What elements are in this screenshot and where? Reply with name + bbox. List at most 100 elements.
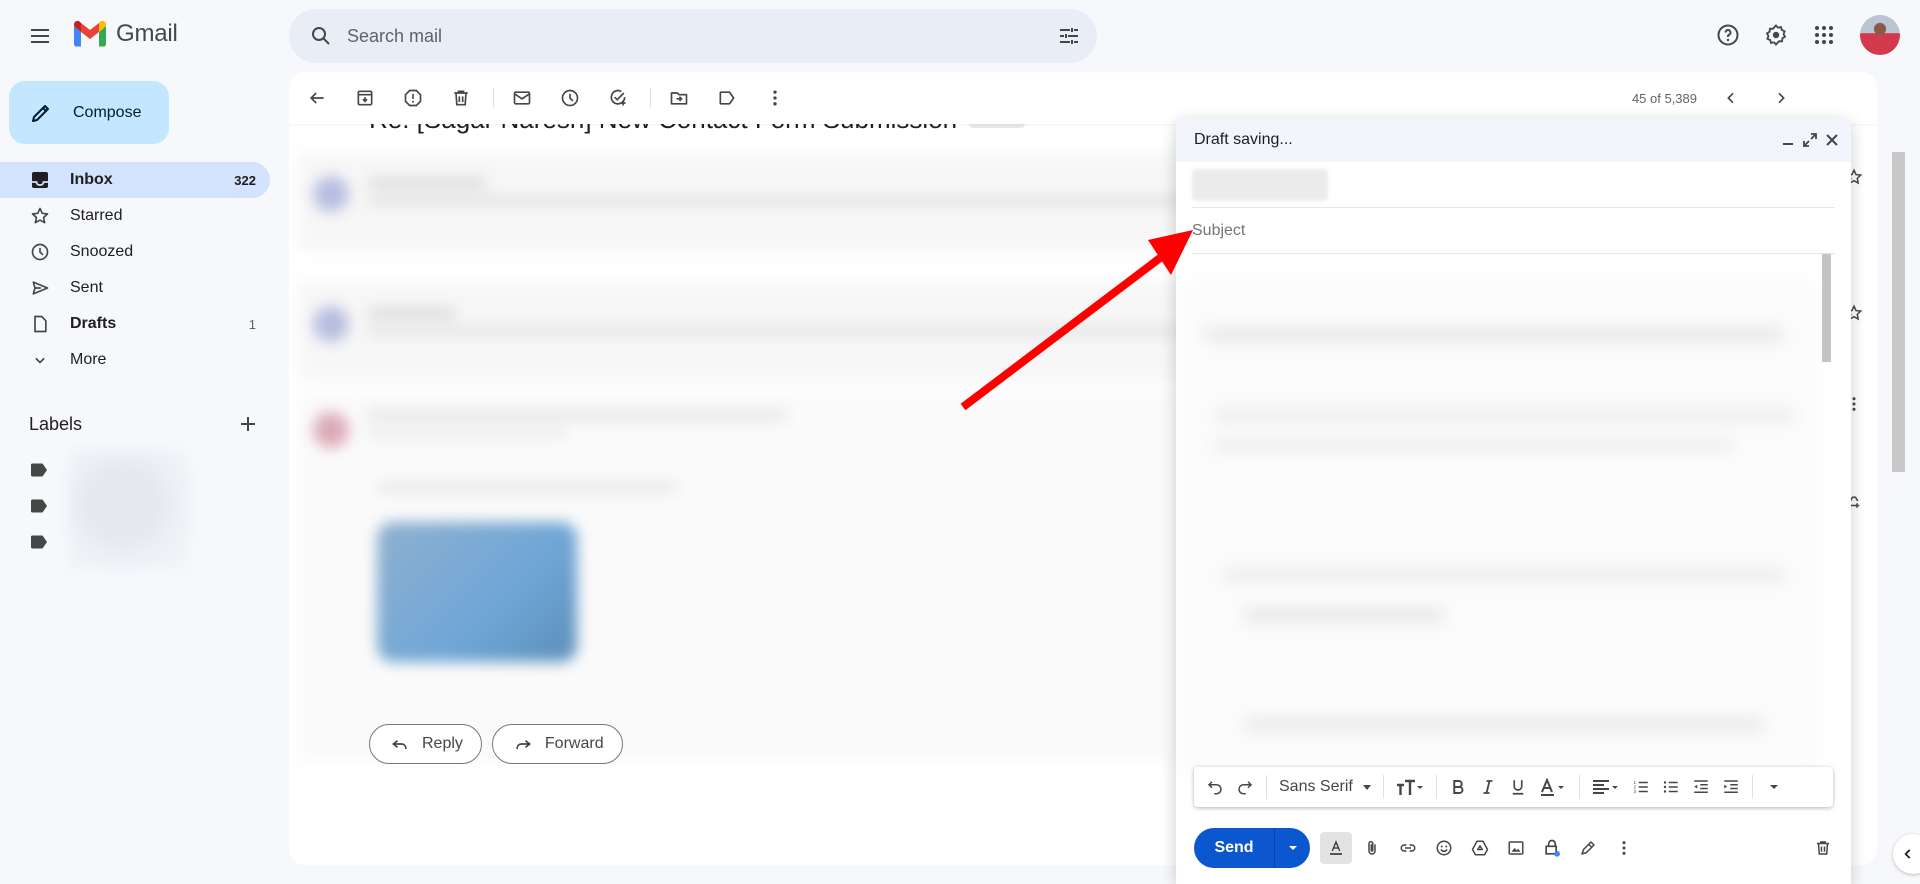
sidebar-item-starred[interactable]: Starred <box>0 198 270 234</box>
mark-unread-button[interactable] <box>502 78 542 118</box>
indent-more-button[interactable] <box>1716 772 1746 802</box>
snooze-button[interactable] <box>550 78 590 118</box>
dropdown-caret-icon <box>1768 781 1780 793</box>
bulleted-list-button[interactable] <box>1656 772 1686 802</box>
older-button[interactable] <box>1765 82 1797 114</box>
reply-button[interactable]: Reply <box>369 724 482 764</box>
star-icon <box>28 206 52 226</box>
gmail-logo[interactable]: Gmail <box>72 20 178 48</box>
forward-button[interactable]: Forward <box>491 724 623 764</box>
forward-icon <box>513 734 533 754</box>
link-icon <box>1399 839 1417 857</box>
insert-drive-button[interactable] <box>1464 832 1496 864</box>
sidebar-item-more[interactable]: More <box>0 342 270 378</box>
insert-photo-button[interactable] <box>1500 832 1532 864</box>
sidebar-item-snoozed[interactable]: Snoozed <box>0 234 270 270</box>
bold-icon <box>1449 778 1467 796</box>
chevron-left-icon <box>1901 847 1915 861</box>
search-button[interactable] <box>301 16 341 56</box>
reply-actions: Reply Forward <box>369 724 623 764</box>
label-item[interactable] <box>30 524 48 560</box>
send-options-button[interactable] <box>1274 828 1310 868</box>
send-button-group: Send <box>1194 828 1310 868</box>
drafts-count: 1 <box>248 316 256 332</box>
send-button[interactable]: Send <box>1194 828 1274 868</box>
sidebar-item-sent[interactable]: Sent <box>0 270 270 306</box>
subject-field-row <box>1192 208 1835 254</box>
compose-header[interactable]: Draft saving... <box>1176 118 1851 162</box>
label-item[interactable] <box>30 452 48 488</box>
compose-scrollbar[interactable] <box>1822 254 1831 362</box>
more-options-button[interactable] <box>1608 832 1640 864</box>
numbered-list-button[interactable]: 123 <box>1626 772 1656 802</box>
compose-actions: Send <box>1194 828 1839 868</box>
search-input[interactable] <box>341 25 1049 47</box>
align-button[interactable] <box>1586 772 1626 802</box>
add-to-tasks-button[interactable] <box>598 78 638 118</box>
label-item[interactable] <box>30 488 48 524</box>
formatting-options-toggle[interactable] <box>1320 832 1352 864</box>
close-compose-button[interactable] <box>1821 129 1843 151</box>
font-family-select[interactable]: Sans Serif <box>1273 778 1377 796</box>
compose-button[interactable]: Compose <box>9 81 169 144</box>
bold-button[interactable] <box>1443 772 1473 802</box>
help-button[interactable] <box>1708 15 1748 55</box>
main-menu-button[interactable] <box>20 16 60 56</box>
more-actions-button[interactable] <box>755 78 795 118</box>
italic-button[interactable] <box>1473 772 1503 802</box>
move-to-button[interactable] <box>659 78 699 118</box>
indent-less-button[interactable] <box>1686 772 1716 802</box>
insert-emoji-button[interactable] <box>1428 832 1460 864</box>
redacted-image <box>377 522 577 662</box>
google-drive-icon <box>1471 839 1489 857</box>
more-formatting-button[interactable] <box>1759 772 1789 802</box>
compose-body[interactable] <box>1184 280 1818 780</box>
account-avatar[interactable] <box>1860 15 1900 55</box>
close-icon <box>1825 133 1839 147</box>
underline-button[interactable] <box>1503 772 1533 802</box>
pen-signature-icon <box>1579 839 1597 857</box>
minimize-button[interactable] <box>1777 129 1799 151</box>
attach-files-button[interactable] <box>1356 832 1388 864</box>
recipient-chip[interactable] <box>1192 168 1328 201</box>
search-options-button[interactable] <box>1049 16 1089 56</box>
sidebar-item-inbox[interactable]: Inbox 322 <box>0 162 270 198</box>
undo-button[interactable] <box>1200 772 1230 802</box>
settings-button[interactable] <box>1756 15 1796 55</box>
insert-link-button[interactable] <box>1392 832 1424 864</box>
full-screen-button[interactable] <box>1799 129 1821 151</box>
move-to-folder-icon <box>669 88 689 108</box>
dropdown-caret-icon <box>1287 842 1299 854</box>
recipients-field[interactable] <box>1192 162 1835 208</box>
underline-icon <box>1509 778 1527 796</box>
labels-button[interactable] <box>707 78 747 118</box>
subject-input[interactable] <box>1192 221 1835 240</box>
toolbar-divider <box>1382 775 1384 799</box>
text-color-button[interactable] <box>1533 772 1573 802</box>
sidebar-item-drafts[interactable]: Drafts 1 <box>0 306 270 342</box>
undo-icon <box>1206 778 1224 796</box>
delete-button[interactable] <box>441 78 481 118</box>
archive-button[interactable] <box>345 78 385 118</box>
insert-signature-button[interactable] <box>1572 832 1604 864</box>
header-actions <box>1708 15 1900 55</box>
back-button[interactable] <box>297 78 337 118</box>
chevron-down-icon <box>28 350 52 370</box>
report-spam-button[interactable] <box>393 78 433 118</box>
redo-button[interactable] <box>1230 772 1260 802</box>
compose-status-title: Draft saving... <box>1194 131 1293 148</box>
more-vert-icon <box>765 88 785 108</box>
label-list <box>30 452 48 560</box>
create-label-button[interactable] <box>232 408 264 440</box>
side-panel-toggle[interactable] <box>1893 834 1920 874</box>
confidential-mode-button[interactable] <box>1536 832 1568 864</box>
newer-button[interactable] <box>1715 82 1747 114</box>
numbered-list-icon: 123 <box>1632 778 1650 796</box>
discard-draft-button[interactable] <box>1807 832 1839 864</box>
google-apps-button[interactable] <box>1804 15 1844 55</box>
font-size-button[interactable] <box>1390 772 1430 802</box>
label-tag-icon <box>30 499 48 513</box>
search-options-icon <box>1057 24 1081 48</box>
thread-scrollbar[interactable] <box>1892 152 1905 472</box>
align-left-icon <box>1592 778 1620 796</box>
